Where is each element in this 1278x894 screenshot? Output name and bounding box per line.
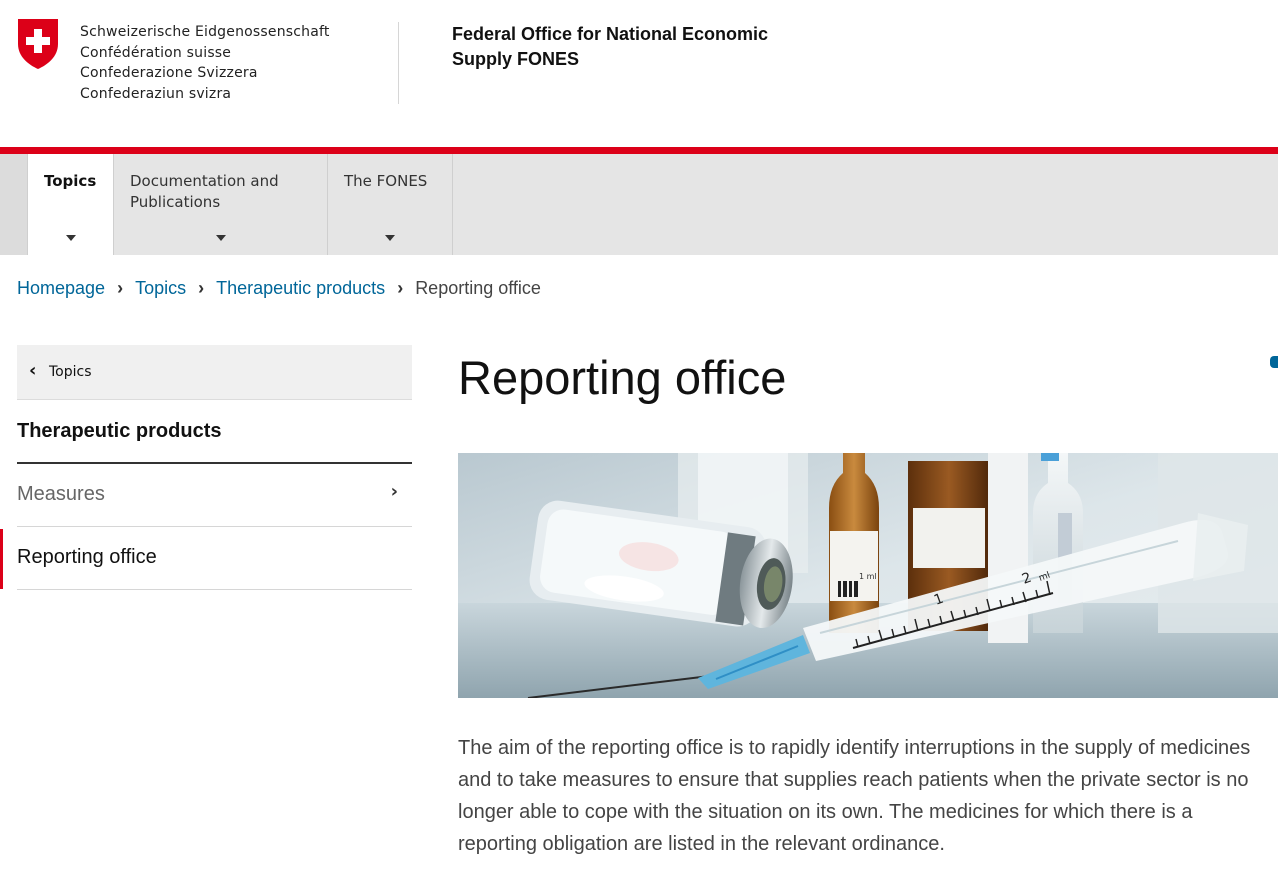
- edge-icon[interactable]: [1270, 356, 1278, 368]
- confederation-name-rm: Confederaziun svizra: [80, 85, 232, 102]
- breadcrumb-homepage[interactable]: Homepage: [17, 278, 105, 298]
- sidenav-back-label: Topics: [49, 364, 92, 380]
- caret-down-icon: [385, 235, 395, 241]
- page-title: Reporting office: [458, 351, 787, 404]
- swiss-cross-shield-icon[interactable]: [17, 18, 59, 70]
- caret-down-icon: [66, 235, 76, 241]
- site-header: Schweizerische Eidgenossenschaft Confédé…: [0, 0, 1278, 147]
- office-title[interactable]: Federal Office for National Economic Sup…: [452, 22, 872, 72]
- main-navigation: Topics Documentation and Publications Th…: [0, 154, 1278, 255]
- tab-topics[interactable]: Topics: [27, 154, 114, 255]
- breadcrumb-topics[interactable]: Topics: [135, 278, 186, 298]
- tab-the-fones[interactable]: The FONES: [328, 154, 453, 255]
- breadcrumb-separator-icon: ›: [397, 278, 404, 298]
- tab-topics-label: Topics: [44, 172, 97, 190]
- sidenav-item-reporting-office[interactable]: Reporting office: [17, 527, 412, 590]
- sidenav-heading[interactable]: Therapeutic products: [17, 400, 412, 464]
- tab-fones-label: The FONES: [344, 172, 428, 190]
- confederation-name-fr: Confédération suisse: [80, 44, 232, 61]
- confederation-name-de: Schweizerische Eidgenossenschaft: [80, 24, 330, 40]
- breadcrumb-separator-icon: ›: [198, 278, 205, 298]
- caret-down-icon: [216, 235, 226, 241]
- chevron-right-icon: ›: [390, 481, 398, 502]
- intro-paragraph: The aim of the reporting office is to ra…: [458, 737, 1251, 855]
- sidenav-back-button[interactable]: ‹ Topics: [17, 345, 412, 400]
- office-title-line2: Supply FONES: [452, 49, 580, 69]
- sidenav-heading-label: Therapeutic products: [17, 420, 222, 442]
- breadcrumb-therapeutic-products[interactable]: Therapeutic products: [216, 278, 385, 298]
- sidenav-item-measures[interactable]: Measures ›: [17, 464, 412, 527]
- sidenav-item-label: Measures: [17, 483, 105, 505]
- office-title-line1: Federal Office for National Economic: [452, 24, 769, 44]
- tab-docs-label-line2: Publications: [130, 193, 221, 211]
- breadcrumb-current: Reporting office: [415, 278, 541, 298]
- header-red-line: [0, 147, 1278, 154]
- nav-edge: [0, 154, 27, 255]
- tab-documentation-and-publications[interactable]: Documentation and Publications: [114, 154, 328, 255]
- tab-docs-label-line1: Documentation and: [130, 172, 279, 190]
- breadcrumb: Homepage › Topics › Therapeutic products › Rep…: [17, 278, 541, 299]
- confederation-names: Schweizerische Eidgenossenschaft Confédé…: [80, 22, 330, 104]
- sidenav-item-label: Reporting office: [17, 546, 157, 568]
- vial-label-1ml: 1 ml: [859, 572, 877, 581]
- active-item-indicator: [0, 529, 3, 589]
- chevron-left-icon: ‹: [29, 360, 37, 381]
- header-divider: [398, 22, 399, 104]
- confederation-name-it: Confederazione Svizzera: [80, 65, 258, 81]
- breadcrumb-separator-icon: ›: [117, 278, 124, 298]
- hero-image: 1 ml 1 2 ml: [458, 453, 1278, 698]
